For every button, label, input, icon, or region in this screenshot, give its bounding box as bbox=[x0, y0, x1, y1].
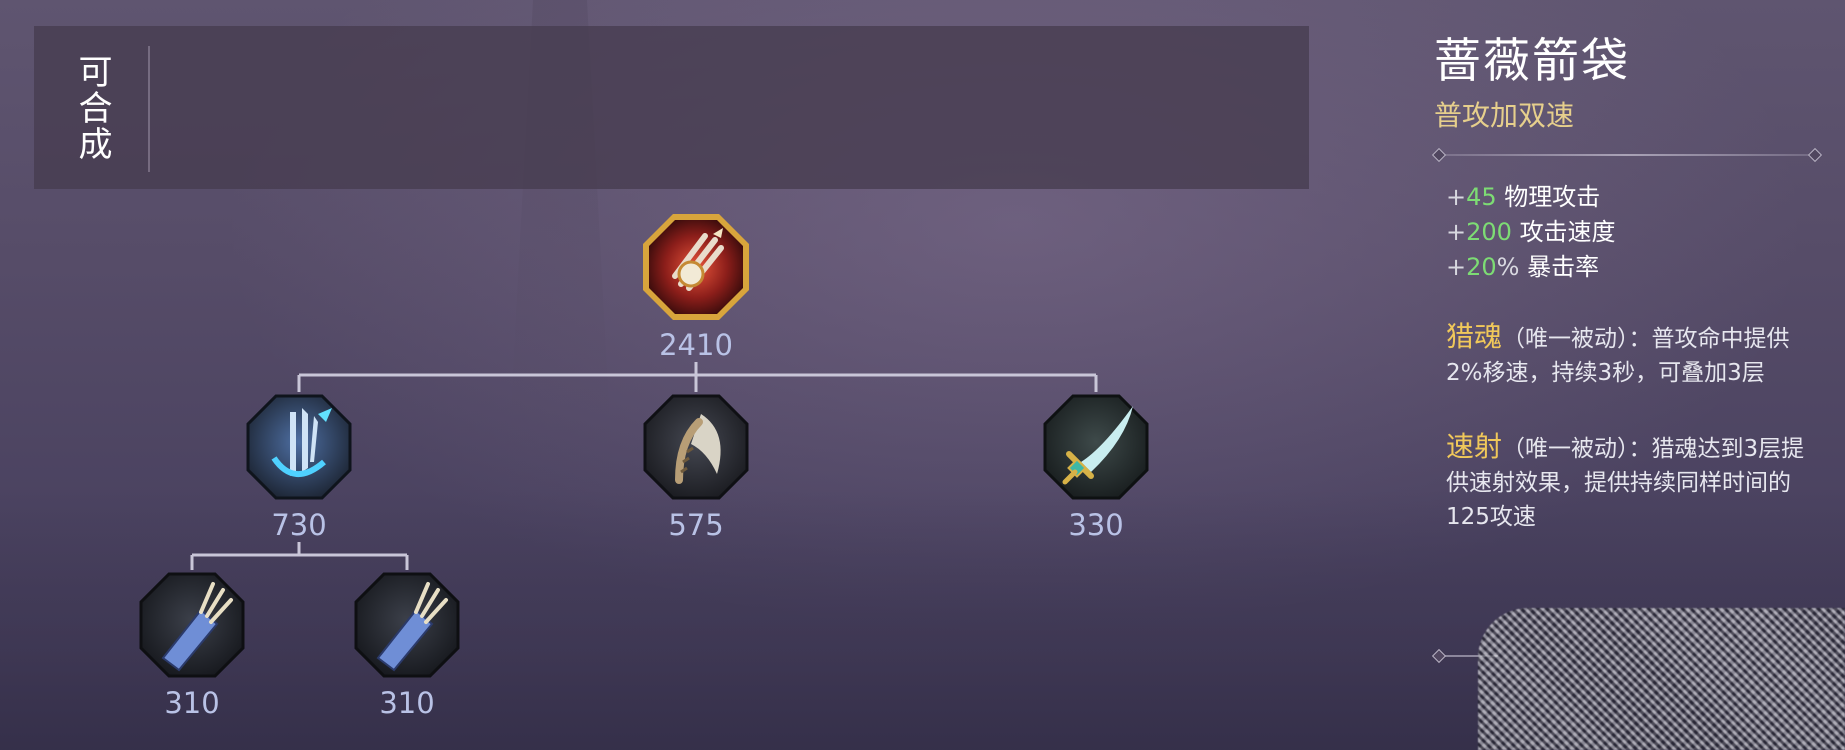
level1-price-3: 330 bbox=[1068, 508, 1124, 542]
item-name: 蔷薇箭袋 bbox=[1434, 34, 1630, 89]
quiver-icon[interactable] bbox=[137, 570, 247, 680]
quiver-icon[interactable] bbox=[352, 570, 462, 680]
dagger-icon[interactable] bbox=[1041, 392, 1151, 502]
bottom-separator-dot bbox=[1431, 648, 1447, 664]
detail-separator bbox=[1438, 154, 1814, 156]
passive-name: 猎魂 bbox=[1446, 320, 1503, 353]
stat-row: +20% 暴击率 bbox=[1446, 250, 1616, 285]
equipment-screen: 可合成 2410 730 575 330 310 310 蔷薇箭袋 普攻加双速 … bbox=[0, 0, 1845, 750]
axe-icon[interactable] bbox=[641, 392, 751, 502]
stat-unit: % bbox=[1496, 253, 1520, 281]
stat-label: 暴击率 bbox=[1527, 253, 1600, 281]
passive-type: （唯一被动）： bbox=[1502, 436, 1652, 462]
stat-plus: + bbox=[1446, 218, 1467, 246]
level2-price-2: 310 bbox=[379, 686, 435, 720]
level1-price-2: 575 bbox=[668, 508, 724, 542]
level2-price-1: 310 bbox=[164, 686, 220, 720]
stat-row: +45 物理攻击 bbox=[1446, 180, 1616, 215]
item-tag: 普攻加双速 bbox=[1434, 99, 1575, 132]
passive-1: 猎魂（唯一被动）：普攻命中提供2%移速，持续3秒，可叠加3层 bbox=[1446, 320, 1806, 390]
passive-type: （唯一被动）： bbox=[1502, 326, 1652, 352]
stat-row: +200 攻击速度 bbox=[1446, 215, 1616, 250]
level1-price-1: 730 bbox=[271, 508, 327, 542]
arrow-crossbow-icon[interactable] bbox=[244, 392, 354, 502]
stat-list: +45 物理攻击 +200 攻击速度 +20% 暴击率 bbox=[1446, 180, 1616, 285]
separator-dot-left bbox=[1431, 147, 1447, 163]
stat-label: 物理攻击 bbox=[1504, 183, 1601, 211]
stat-plus: + bbox=[1446, 183, 1467, 211]
censored-watermark bbox=[1478, 608, 1845, 750]
separator-dot-right bbox=[1807, 147, 1823, 163]
passive-name: 速射 bbox=[1446, 430, 1503, 463]
stat-plus: + bbox=[1446, 253, 1467, 281]
quiver-rose-icon[interactable] bbox=[641, 212, 751, 322]
passive-2: 速射（唯一被动）：猎魂达到3层提供速射效果，提供持续同样时间的125攻速 bbox=[1446, 430, 1806, 534]
stat-value: 45 bbox=[1466, 183, 1497, 211]
root-price: 2410 bbox=[659, 328, 733, 362]
stat-value: 200 bbox=[1466, 218, 1512, 246]
stat-value: 20 bbox=[1466, 253, 1497, 281]
stat-label: 攻击速度 bbox=[1519, 218, 1616, 246]
